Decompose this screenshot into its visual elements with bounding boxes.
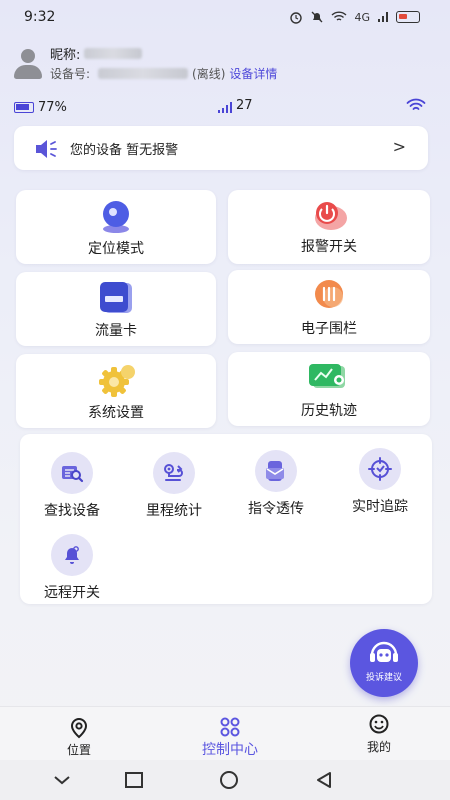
tool-find-device[interactable]: 查找设备: [22, 452, 122, 519]
tools-panel: 查找设备 里程统计 指令透传 实时追踪 远程开关: [20, 434, 432, 604]
alarm-clock-icon: [290, 12, 303, 24]
battery-percent: 77%: [38, 100, 67, 115]
device-detail-link[interactable]: 设备详情: [229, 65, 277, 82]
sim-card-icon: [100, 282, 132, 313]
wifi-icon: [406, 98, 426, 110]
nickname-redacted: [84, 48, 143, 59]
grid-icon: [220, 717, 240, 737]
track-history-icon: [309, 364, 345, 388]
nickname-row: 昵称:: [50, 44, 143, 63]
status-time: 9:32: [24, 9, 56, 25]
profile-section: 昵称: 设备号: (离线) 设备详情: [10, 42, 430, 84]
back-triangle-icon[interactable]: [314, 770, 334, 790]
tile-label: 电子围栏: [301, 321, 357, 337]
device-number-label: 设备号:: [50, 67, 91, 81]
feedback-label: 投诉建议: [365, 673, 402, 683]
signal-bars-icon: [218, 101, 232, 113]
search-device-icon: [62, 466, 84, 483]
battery-status-icon: [396, 11, 420, 23]
tile-positioning-mode[interactable]: 定位模式: [16, 190, 216, 264]
cell-signal-icon: [378, 12, 388, 22]
offline-status: (离线): [192, 67, 226, 81]
tile-system-settings[interactable]: 系统设置: [16, 354, 216, 428]
tile-label: 历史轨迹: [301, 403, 357, 419]
recents-square-icon[interactable]: [124, 771, 144, 789]
wifi-status-icon: [331, 11, 347, 21]
gear-icon: [99, 365, 135, 397]
bottom-tab-bar: 位置 控制中心 我的: [0, 706, 450, 761]
system-nav-bar: [0, 760, 450, 800]
tile-history-track[interactable]: 历史轨迹: [228, 352, 430, 426]
alarm-status-bar[interactable]: 您的设备 暂无报警 >: [14, 126, 428, 170]
tile-geofence[interactable]: 电子围栏: [228, 270, 430, 344]
avatar[interactable]: [12, 48, 44, 80]
target-icon: [368, 457, 392, 481]
tile-label: 定位模式: [88, 241, 144, 257]
tile-label: 报警开关: [301, 239, 357, 255]
smile-icon: [369, 714, 389, 734]
tool-label: 里程统计: [146, 503, 202, 519]
location-pin-icon: [103, 201, 129, 233]
battery-indicator: 77%: [14, 100, 67, 115]
tile-alarm-switch[interactable]: 报警开关: [228, 190, 430, 264]
fence-icon: [315, 280, 343, 308]
tool-label: 指令透传: [248, 501, 304, 517]
tool-command-passthrough[interactable]: 指令透传: [226, 450, 326, 517]
tool-mileage-stats[interactable]: 里程统计: [124, 452, 224, 519]
signal-value: 27: [236, 98, 253, 113]
tab-location[interactable]: 位置: [4, 707, 154, 762]
device-number-redacted: [98, 68, 189, 79]
tile-label: 流量卡: [95, 323, 137, 339]
tool-realtime-tracking[interactable]: 实时追踪: [330, 448, 430, 515]
nickname-label: 昵称:: [50, 48, 81, 63]
home-circle-icon[interactable]: [218, 770, 240, 790]
status-bar: 9:32 4G: [0, 0, 450, 34]
mute-bell-icon: [312, 11, 323, 23]
tile-label: 系统设置: [88, 405, 144, 421]
feedback-button[interactable]: 投诉建议: [350, 629, 418, 697]
location-icon: [70, 717, 88, 739]
tab-control-center[interactable]: 控制中心: [155, 707, 305, 762]
tab-label: 我的: [366, 740, 391, 754]
robot-icon: [370, 641, 398, 662]
tool-label: 远程开关: [44, 585, 100, 601]
status-icons: 4G: [289, 10, 420, 24]
tab-label: 控制中心: [202, 742, 258, 758]
tile-data-card[interactable]: 流量卡: [16, 272, 216, 346]
battery-icon: [14, 102, 34, 113]
command-icon: [266, 461, 284, 481]
chevron-right-icon: >: [392, 137, 406, 156]
bell-icon: [65, 546, 79, 564]
tab-mine[interactable]: 我的: [304, 707, 450, 762]
tool-label: 实时追踪: [352, 499, 408, 515]
signal-indicator: 27: [218, 98, 253, 113]
device-info-row: 77% 27: [14, 98, 428, 116]
alarm-power-icon: [315, 202, 347, 230]
device-number-row: 设备号: (离线) 设备详情: [50, 65, 277, 82]
speaker-icon: [36, 140, 57, 158]
network-type: 4G: [354, 10, 370, 24]
tool-remote-switch[interactable]: 远程开关: [22, 534, 122, 601]
alarm-message: 您的设备 暂无报警: [70, 143, 179, 158]
tool-label: 查找设备: [44, 503, 100, 519]
tab-label: 位置: [66, 743, 91, 757]
mileage-icon: [164, 464, 183, 481]
chevron-down-icon[interactable]: [52, 772, 72, 788]
